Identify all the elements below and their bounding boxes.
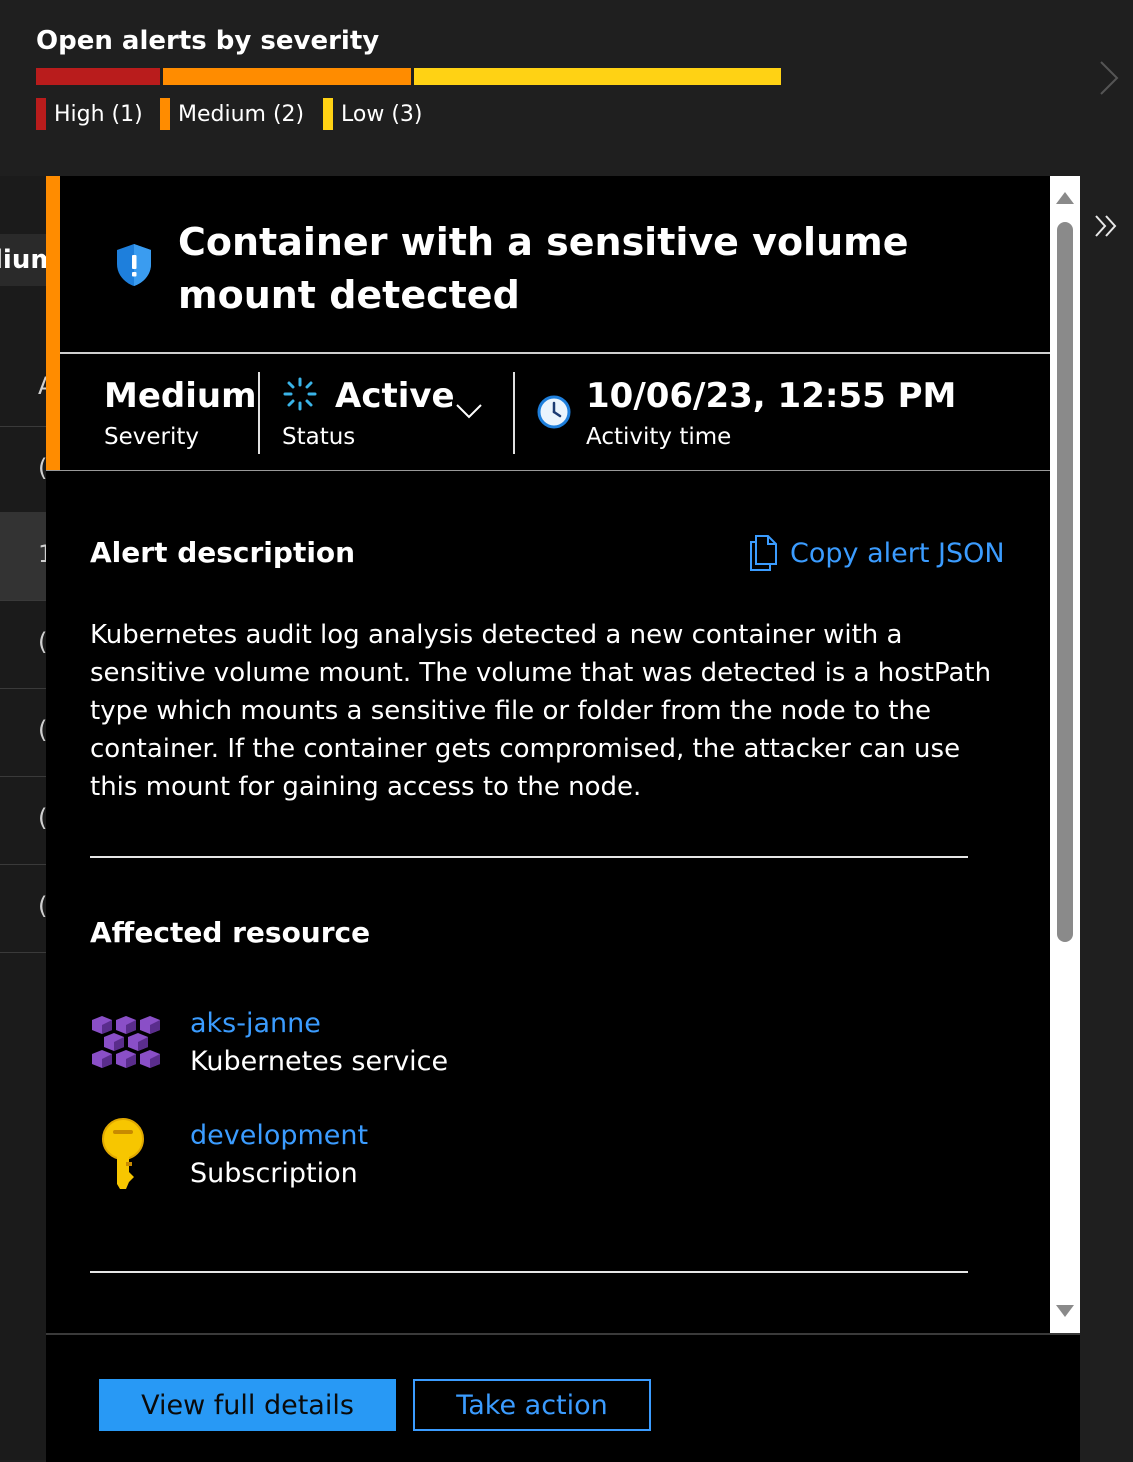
list-item[interactable]: (	[0, 776, 48, 865]
severity-value: Medium	[104, 376, 257, 416]
kubernetes-service-icon	[92, 1016, 160, 1068]
list-item[interactable]: (	[0, 688, 48, 777]
list-item[interactable]: (	[0, 864, 48, 953]
status-label: Status	[282, 424, 356, 450]
list-item[interactable]: (	[0, 600, 48, 689]
legend-label-medium: Medium (2)	[178, 101, 305, 127]
legend-medium[interactable]: Medium (2)	[160, 98, 304, 130]
copy-alert-json-link[interactable]: Copy alert JSON	[748, 534, 1005, 572]
resource-link-development[interactable]: development	[190, 1120, 368, 1151]
divider	[513, 372, 515, 454]
panel-footer: View full details Take action	[46, 1333, 1080, 1462]
panel-scrollbar[interactable]	[1050, 176, 1080, 1333]
alert-title: Container with a sensitive volume mount …	[178, 220, 909, 317]
alert-details-panel: Container with a sensitive volume mount …	[46, 176, 1050, 1333]
copy-icon	[750, 535, 777, 571]
double-chevron-right-icon[interactable]	[1092, 212, 1120, 240]
legend-high[interactable]: High (1)	[36, 98, 143, 130]
activity-time-value: 10/06/23, 12:55 PM	[586, 376, 957, 416]
security-shield-icon	[117, 244, 151, 286]
alert-description-text: Kubernetes audit log analysis detected a…	[90, 620, 992, 802]
resource-type: Subscription	[190, 1158, 358, 1189]
take-action-button[interactable]: Take action	[413, 1379, 651, 1431]
activity-time-label: Activity time	[586, 424, 732, 450]
list-item[interactable]: (	[0, 426, 48, 513]
severity-bar-low	[414, 68, 781, 85]
alerts-list-background: lium A ( 1 ( ( ( (	[0, 176, 48, 1460]
severity-label: Severity	[104, 424, 199, 450]
legend-swatch-low	[323, 98, 333, 130]
severity-accent-strip	[46, 176, 60, 471]
legend-swatch-high	[36, 98, 46, 130]
legend-label-high: High (1)	[54, 101, 143, 127]
legend-label-low: Low (3)	[341, 101, 423, 127]
view-full-details-button[interactable]: View full details	[99, 1379, 396, 1431]
clock-icon	[537, 395, 571, 429]
status-value[interactable]: Active	[335, 376, 455, 416]
list-header-fragment: lium	[0, 234, 48, 286]
alerts-summary: Open alerts by severity High (1) Medium …	[0, 0, 1133, 176]
list-item[interactable]: A	[0, 286, 48, 427]
scroll-up-arrow-icon[interactable]	[1056, 192, 1074, 204]
chevron-down-icon[interactable]	[454, 402, 484, 420]
subscription-key-icon	[102, 1118, 144, 1189]
affected-resource-heading: Affected resource	[90, 916, 371, 949]
resource-type: Kubernetes service	[190, 1046, 449, 1077]
divider	[90, 1271, 968, 1273]
resource-link-aks-janne[interactable]: aks-janne	[190, 1008, 321, 1039]
divider	[46, 470, 1050, 471]
divider	[90, 856, 968, 858]
chevron-right-icon[interactable]	[1093, 58, 1123, 98]
legend-swatch-medium	[160, 98, 170, 130]
legend-low[interactable]: Low (3)	[323, 98, 422, 130]
severity-bar-medium	[163, 68, 411, 85]
severity-bar-high	[36, 68, 160, 85]
status-active-icon	[283, 377, 317, 411]
list-item-selected[interactable]: 1	[0, 512, 48, 601]
divider	[60, 352, 1050, 354]
divider	[258, 372, 260, 454]
alert-description-heading: Alert description	[90, 536, 356, 569]
scroll-down-arrow-icon[interactable]	[1056, 1305, 1074, 1317]
scroll-thumb[interactable]	[1057, 222, 1073, 942]
copy-alert-json-label: Copy alert JSON	[790, 537, 1005, 569]
summary-title: Open alerts by severity	[36, 26, 380, 56]
